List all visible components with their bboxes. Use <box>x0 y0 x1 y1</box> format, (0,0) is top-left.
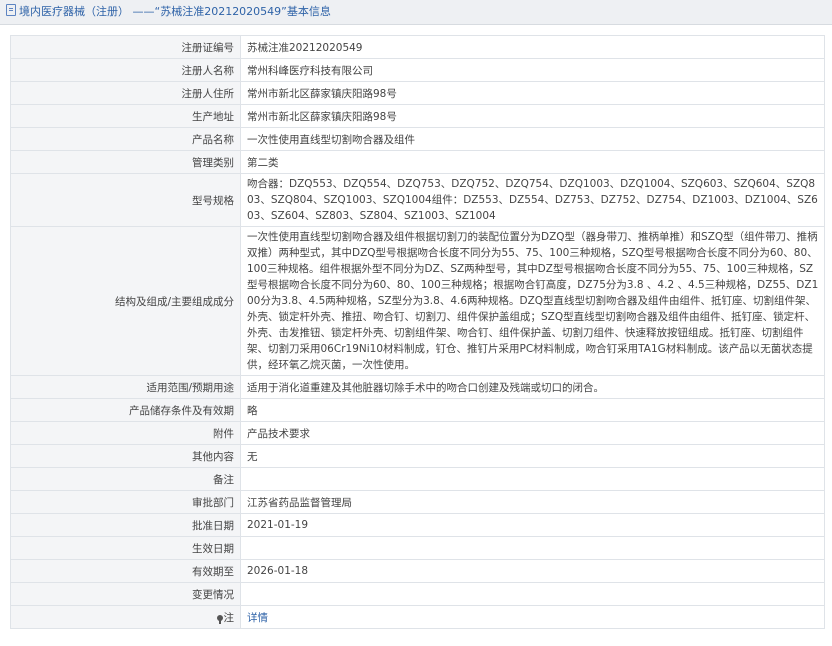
table-row: 产品储存条件及有效期略 <box>10 398 825 422</box>
note-value-cell: 详情 <box>240 605 825 629</box>
table-row: 注册证编号 苏械注准20212020549 <box>10 35 825 59</box>
row-value: 江苏省药品监督管理局 <box>240 490 825 514</box>
table-row: 附件 产品技术要求 <box>10 421 825 445</box>
row-label: 生产地址 <box>10 104 241 128</box>
row-value <box>240 536 825 560</box>
table-row: 注册人住所 常州市新北区薛家镇庆阳路98号 <box>10 81 825 105</box>
table-row: 适用范围/预期用途 适用于消化道重建及其他脏器切除手术中的吻合口创建及残端或切口的… <box>10 375 825 399</box>
row-label: 结构及组成/主要组成成分 <box>10 226 241 376</box>
row-value <box>240 582 825 606</box>
info-table: 注册证编号 苏械注准20212020549 注册人名称 常州科峰医疗科技有限公司 注… <box>10 35 825 629</box>
row-label: 其他内容 <box>10 444 241 468</box>
table-row: 结构及组成/主要组成成分 一次性使用直线型切割吻合器及组件根据切割刀的装配位置分为… <box>10 226 825 376</box>
note-label: 注 <box>223 611 235 624</box>
row-label: 适用范围/预期用途 <box>10 375 241 399</box>
page-title-bar: 境内医疗器械（注册） ——“苏械注准20212020549”基本信息 <box>0 0 832 25</box>
page-title: 境内医疗器械（注册） ——“苏械注准20212020549”基本信息 <box>19 5 331 18</box>
row-label: 注册人名称 <box>10 58 241 82</box>
row-value: 常州市新北区薛家镇庆阳路98号 <box>240 104 825 128</box>
table-row: 产品名称 一次性使用直线型切割吻合器及组件 <box>10 127 825 151</box>
row-value: 苏械注准20212020549 <box>240 35 825 59</box>
info-table-container: 注册证编号 苏械注准20212020549 注册人名称 常州科峰医疗科技有限公司 注… <box>10 35 825 629</box>
row-value: 第二类 <box>240 150 825 174</box>
row-value: 吻合器：DZQ553、DZQ554、DZQ753、DZQ752、DZQ754、D… <box>240 173 825 227</box>
note-icon <box>216 614 223 624</box>
row-value: 适用于消化道重建及其他脏器切除手术中的吻合口创建及残端或切口的闭合。 <box>240 375 825 399</box>
row-label: 审批部门 <box>10 490 241 514</box>
row-label: 附件 <box>10 421 241 445</box>
details-link[interactable]: 详情 <box>247 612 268 624</box>
table-row: 注 详情 <box>10 605 825 629</box>
table-row: 管理类别 第二类 <box>10 150 825 174</box>
table-row: 批准日期 2021-01-19 <box>10 513 825 537</box>
row-value <box>240 467 825 491</box>
row-label: 型号规格 <box>10 173 241 227</box>
row-label: 产品储存条件及有效期 <box>10 398 241 422</box>
row-value: 2021-01-19 <box>240 513 825 537</box>
table-row: 其他内容无 <box>10 444 825 468</box>
row-label: 管理类别 <box>10 150 241 174</box>
row-label: 生效日期 <box>10 536 241 560</box>
row-label: 备注 <box>10 467 241 491</box>
table-row: 注册人名称 常州科峰医疗科技有限公司 <box>10 58 825 82</box>
table-row: 生效日期 <box>10 536 825 560</box>
table-row: 审批部门 江苏省药品监督管理局 <box>10 490 825 514</box>
row-value: 一次性使用直线型切割吻合器及组件 <box>240 127 825 151</box>
row-label: 变更情况 <box>10 582 241 606</box>
row-value: 2026-01-18 <box>240 559 825 583</box>
row-value: 常州科峰医疗科技有限公司 <box>240 58 825 82</box>
row-value: 一次性使用直线型切割吻合器及组件根据切割刀的装配位置分为DZQ型（器身带刀、推柄… <box>240 226 825 376</box>
table-row: 变更情况 <box>10 582 825 606</box>
table-row: 备注 <box>10 467 825 491</box>
table-row: 生产地址 常州市新北区薛家镇庆阳路98号 <box>10 104 825 128</box>
table-row: 型号规格 吻合器：DZQ553、DZQ554、DZQ753、DZQ752、DZQ7… <box>10 173 825 227</box>
row-value: 常州市新北区薛家镇庆阳路98号 <box>240 81 825 105</box>
row-label: 有效期至 <box>10 559 241 583</box>
row-label: 注册证编号 <box>10 35 241 59</box>
note-label-cell: 注 <box>10 605 241 629</box>
row-label: 批准日期 <box>10 513 241 537</box>
row-value: 略 <box>240 398 825 422</box>
row-label: 产品名称 <box>10 127 241 151</box>
row-label: 注册人住所 <box>10 81 241 105</box>
table-row: 有效期至 2026-01-18 <box>10 559 825 583</box>
document-icon <box>6 4 16 16</box>
row-value: 产品技术要求 <box>240 421 825 445</box>
row-value: 无 <box>240 444 825 468</box>
